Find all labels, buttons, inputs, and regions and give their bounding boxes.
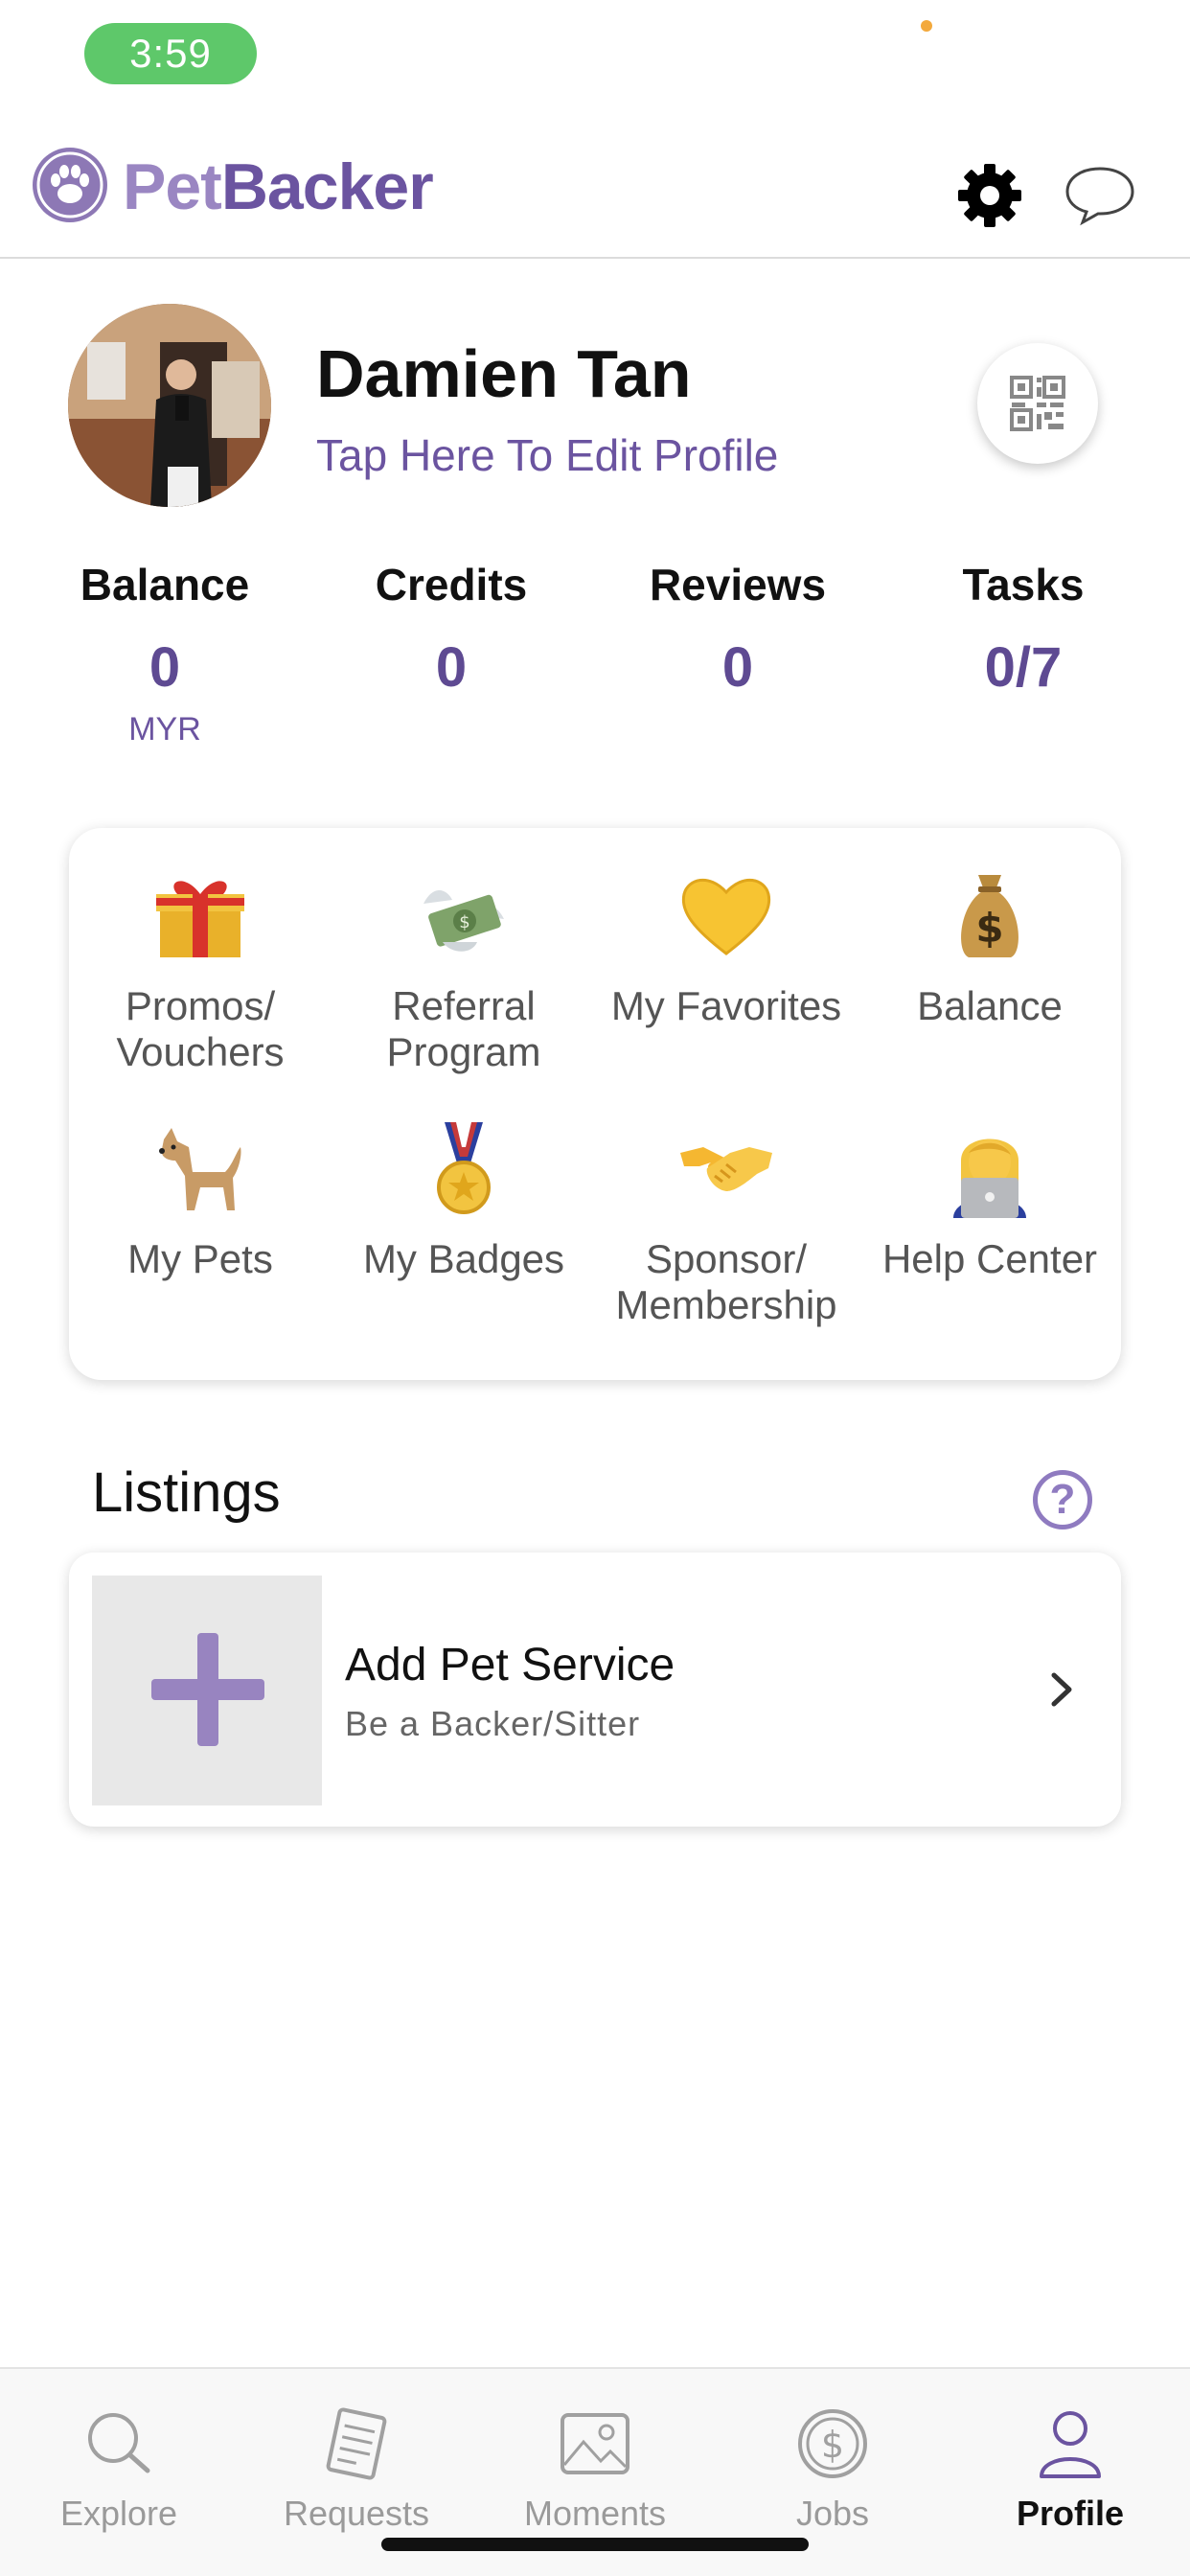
money-bag-icon: $ xyxy=(937,862,1042,968)
search-icon xyxy=(80,2405,157,2482)
shortcut-label: Referral Program xyxy=(386,983,541,1074)
shortcut-label: My Pets xyxy=(127,1236,273,1281)
tab-moments[interactable]: Moments xyxy=(499,2405,691,2534)
shortcut-label: Sponsor/ Membership xyxy=(615,1236,837,1327)
user-icon xyxy=(1032,2405,1109,2482)
shortcut-help-center[interactable]: Help Center xyxy=(858,1116,1121,1282)
tab-requests[interactable]: Requests xyxy=(261,2405,452,2534)
yellow-heart-icon xyxy=(674,862,779,968)
shortcut-promos-vouchers[interactable]: Promos/ Vouchers xyxy=(69,862,332,1075)
service-subtitle: Be a Backer/Sitter xyxy=(345,1704,641,1743)
stat-value: 0/7 xyxy=(984,636,1063,699)
stat-balance[interactable]: Balance 0 MYR xyxy=(40,556,289,748)
chevron-right-icon xyxy=(1042,1668,1081,1712)
app-header: PetBacker xyxy=(0,125,1190,259)
shortcut-label: Balance xyxy=(917,983,1063,1028)
tab-label: Moments xyxy=(523,2494,667,2533)
tab-label: Profile xyxy=(1016,2494,1125,2533)
svg-text:$: $ xyxy=(459,912,469,932)
technologist-icon xyxy=(937,1116,1042,1221)
privacy-indicator-dot xyxy=(921,20,932,32)
add-service-thumbnail xyxy=(92,1576,322,1806)
stat-value: 0 xyxy=(721,636,754,699)
shortcut-my-pets[interactable]: My Pets xyxy=(69,1116,332,1282)
dog-icon xyxy=(148,1116,253,1221)
edit-profile-link[interactable]: Tap Here To Edit Profile xyxy=(316,429,778,481)
medal-icon xyxy=(411,1116,516,1221)
shortcut-label: Promos/ Vouchers xyxy=(116,983,285,1074)
avatar[interactable] xyxy=(68,304,271,507)
stat-credits[interactable]: Credits 0 xyxy=(327,556,576,702)
profile-name: Damien Tan xyxy=(316,336,692,411)
stat-tasks[interactable]: Tasks 0/7 xyxy=(899,556,1148,702)
stat-label: Credits xyxy=(375,560,528,610)
image-icon xyxy=(557,2405,633,2482)
tab-label: Jobs xyxy=(795,2494,870,2533)
shortcut-referral-program[interactable]: $ Referral Program xyxy=(332,862,595,1075)
shortcut-balance[interactable]: $ Balance xyxy=(858,862,1121,1029)
shortcut-label: Help Center xyxy=(881,1236,1098,1281)
document-icon xyxy=(318,2405,395,2482)
svg-text:$: $ xyxy=(975,905,1003,952)
help-icon[interactable]: ? xyxy=(1033,1470,1092,1530)
shortcuts-card: Promos/ Vouchers $ Referral Program My F… xyxy=(69,828,1121,1380)
qr-code-icon xyxy=(1010,376,1065,431)
status-time: 3:59 xyxy=(84,23,257,84)
tab-label: Explore xyxy=(59,2494,178,2533)
service-title: Add Pet Service xyxy=(345,1640,675,1690)
shortcut-sponsor-membership[interactable]: Sponsor/ Membership xyxy=(595,1116,858,1328)
tab-jobs[interactable]: $ Jobs xyxy=(737,2405,928,2534)
brand-logo-text: PetBacker xyxy=(123,150,434,223)
money-with-wings-icon: $ xyxy=(411,862,516,968)
paw-logo-icon xyxy=(33,148,107,222)
stat-label: Tasks xyxy=(962,560,1085,610)
stat-unit: MYR xyxy=(128,711,201,748)
chat-bubble-icon[interactable] xyxy=(1064,163,1136,226)
tab-explore[interactable]: Explore xyxy=(23,2405,215,2534)
gear-icon[interactable] xyxy=(954,160,1025,231)
shortcut-label: My Badges xyxy=(362,1236,565,1281)
shortcut-my-favorites[interactable]: My Favorites xyxy=(595,862,858,1029)
tab-label: Requests xyxy=(283,2494,430,2533)
handshake-icon xyxy=(674,1116,779,1221)
home-indicator[interactable] xyxy=(381,2538,809,2551)
tab-profile[interactable]: Profile xyxy=(974,2405,1166,2534)
gift-icon xyxy=(148,862,253,968)
dollar-coin-icon: $ xyxy=(794,2405,871,2482)
qr-code-button[interactable] xyxy=(977,343,1098,464)
stat-value: 0 xyxy=(149,636,181,699)
plus-icon xyxy=(151,1633,264,1746)
stat-value: 0 xyxy=(435,636,468,699)
shortcut-label: My Favorites xyxy=(610,983,842,1028)
listings-heading: Listings xyxy=(92,1461,281,1524)
stat-label: Reviews xyxy=(649,560,827,610)
stat-label: Balance xyxy=(80,560,250,610)
stat-reviews[interactable]: Reviews 0 xyxy=(613,556,862,702)
svg-text:$: $ xyxy=(821,2424,844,2466)
add-pet-service-card[interactable]: Add Pet Service Be a Backer/Sitter xyxy=(69,1552,1121,1827)
shortcut-my-badges[interactable]: My Badges xyxy=(332,1116,595,1282)
